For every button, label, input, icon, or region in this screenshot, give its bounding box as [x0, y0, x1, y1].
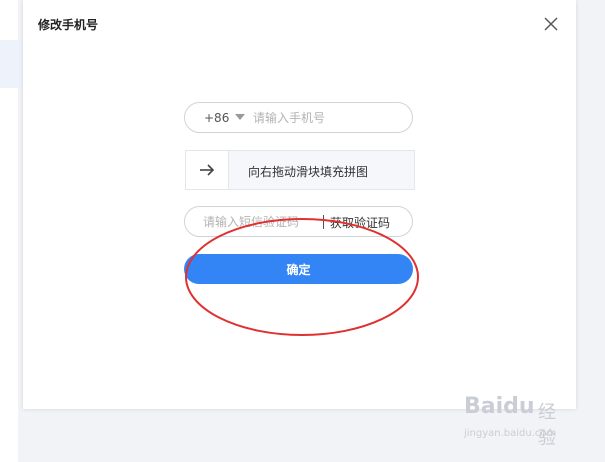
close-button[interactable] — [541, 14, 561, 34]
sms-code-input[interactable] — [203, 212, 318, 232]
close-icon — [544, 17, 558, 31]
slider-hint: 向右拖动滑块填充拼图 — [248, 165, 369, 179]
slider-captcha: 向右拖动滑块填充拼图 — [185, 150, 415, 190]
phone-field: +86 — [184, 102, 413, 133]
field-divider — [323, 215, 324, 229]
change-phone-modal: 修改手机号 +86 向右拖动滑块填充拼图 获取验证码 确定 — [23, 0, 576, 409]
phone-input[interactable] — [253, 108, 403, 128]
arrow-right-icon — [200, 164, 215, 176]
modal-title: 修改手机号 — [38, 18, 99, 32]
get-code-button[interactable]: 获取验证码 — [330, 214, 390, 231]
sms-field: 获取验证码 — [184, 206, 413, 237]
background-nav-highlight — [0, 40, 24, 88]
slider-handle[interactable] — [186, 151, 229, 189]
confirm-button[interactable]: 确定 — [184, 254, 413, 284]
caret-down-icon[interactable] — [235, 114, 245, 120]
country-code-select[interactable]: +86 — [204, 111, 229, 125]
